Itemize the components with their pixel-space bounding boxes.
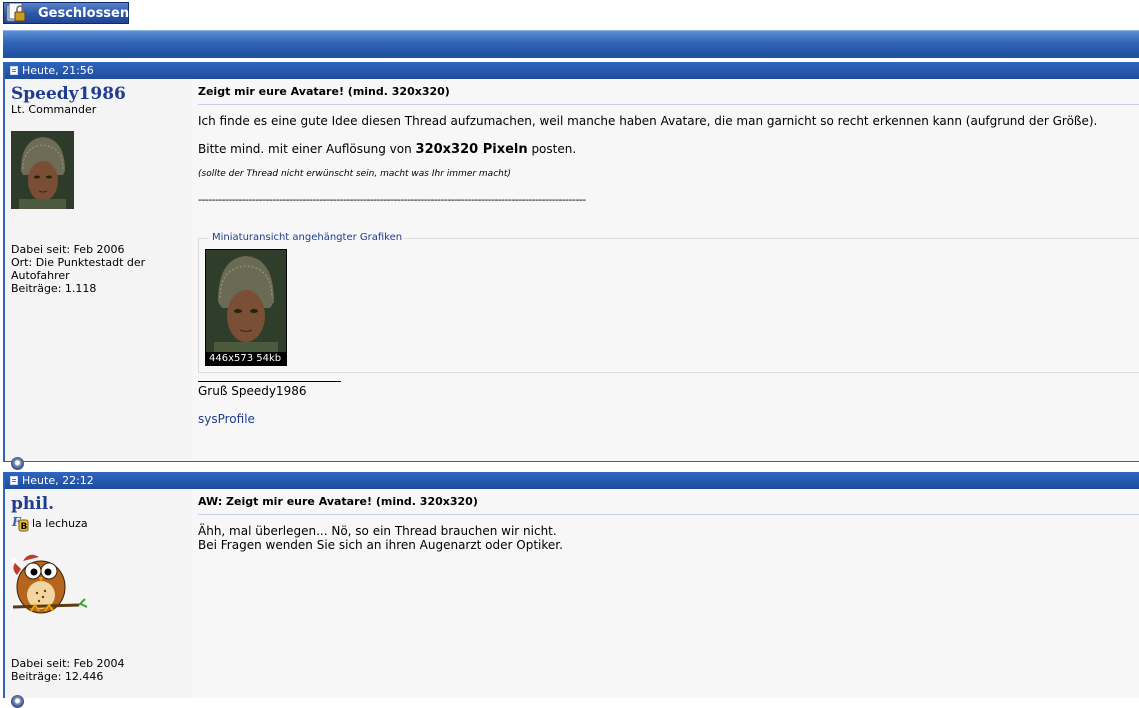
post-icon xyxy=(10,66,18,75)
username[interactable]: Speedy1986 xyxy=(11,85,192,103)
thread-header-bar xyxy=(3,30,1139,58)
signature-divider xyxy=(198,381,341,382)
post-subject: AW: Zeigt mir eure Avatare! (mind. 320x3… xyxy=(198,495,1139,515)
user-posts: Beiträge: 1.118 xyxy=(11,282,97,295)
thumbnail-caption: 446x573 54kb xyxy=(206,352,286,365)
post-message: Zeigt mir eure Avatare! (mind. 320x320) … xyxy=(192,79,1139,461)
user-info: phil. F B la lechuza Dabei seit: Feb 200… xyxy=(5,489,192,708)
svg-text:B: B xyxy=(21,522,28,532)
post-2: Heute, 22:12 phil. F B la lechuza Dabei … xyxy=(3,472,1139,708)
post-header: Heute, 22:12 xyxy=(5,472,1139,489)
user-posts: Beiträge: 12.446 xyxy=(11,670,104,683)
post-icon xyxy=(10,476,18,485)
username[interactable]: phil. xyxy=(11,495,192,513)
avatar[interactable] xyxy=(9,547,89,617)
offline-status-icon xyxy=(11,695,24,708)
post-text-line-1: Ähh, mal überlegen... Nö, so ein Thread … xyxy=(198,524,557,538)
user-title-row: F B la lechuza xyxy=(11,514,192,532)
closed-thread-button[interactable]: Geschlossen xyxy=(3,2,129,24)
post-text-line-2-b: posten. xyxy=(527,142,577,156)
post-text-line-1: Ich finde es eine gute Idee diesen Threa… xyxy=(198,114,1098,128)
signature-text: Gruß Speedy1986 xyxy=(198,384,307,398)
user-info: Speedy1986 Lt. Commander Dabei seit: Feb… xyxy=(5,79,192,470)
user-title: la lechuza xyxy=(32,516,88,530)
post-note: (sollte der Thread nicht erwünscht sein,… xyxy=(198,169,511,179)
post-divider-dashes: ----------------------------------------… xyxy=(198,193,586,206)
avatar[interactable] xyxy=(11,131,74,209)
fb-badge-icon: F B xyxy=(11,514,29,532)
post-time: Heute, 21:56 xyxy=(22,64,94,77)
user-location-cont: Autofahrer xyxy=(11,269,70,282)
user-joined: Dabei seit: Feb 2006 xyxy=(11,243,125,256)
post-text-bold: 320x320 Pixeln xyxy=(415,142,528,157)
post-text-line-2: Bei Fragen wenden Sie sich an ihren Auge… xyxy=(198,538,563,552)
sysprofile-link[interactable]: sysProfile xyxy=(198,412,255,426)
post-subject: Zeigt mir eure Avatare! (mind. 320x320) xyxy=(198,85,1139,105)
post-text-line-2-a: Bitte mind. mit einer Auflösung von xyxy=(198,142,416,156)
user-stats: Dabei seit: Feb 2004 Beiträge: 12.446 xyxy=(11,657,125,683)
user-stats: Dabei seit: Feb 2006 Ort: Die Punktestad… xyxy=(11,243,145,295)
closed-label: Geschlossen xyxy=(38,5,130,21)
post-message: AW: Zeigt mir eure Avatare! (mind. 320x3… xyxy=(192,489,1139,698)
post-1: Heute, 21:56 Speedy1986 Lt. Commander Da… xyxy=(3,62,1139,470)
post-header: Heute, 21:56 xyxy=(5,62,1139,79)
attachment-legend: Miniaturansicht angehängter Grafiken xyxy=(209,232,406,243)
attachment-thumbnail[interactable]: 446x573 54kb xyxy=(205,249,287,366)
lock-icon xyxy=(6,2,28,23)
attachment-box: Miniaturansicht angehängter Grafiken 446… xyxy=(198,232,1139,373)
user-joined: Dabei seit: Feb 2004 xyxy=(11,657,125,670)
offline-status-icon xyxy=(11,457,24,470)
user-title: Lt. Commander xyxy=(11,103,97,116)
post-time: Heute, 22:12 xyxy=(22,474,94,487)
user-location: Ort: Die Punktestadt der xyxy=(11,256,146,269)
post-text-line-2: Bitte mind. mit einer Auflösung von 320x… xyxy=(198,142,1139,157)
